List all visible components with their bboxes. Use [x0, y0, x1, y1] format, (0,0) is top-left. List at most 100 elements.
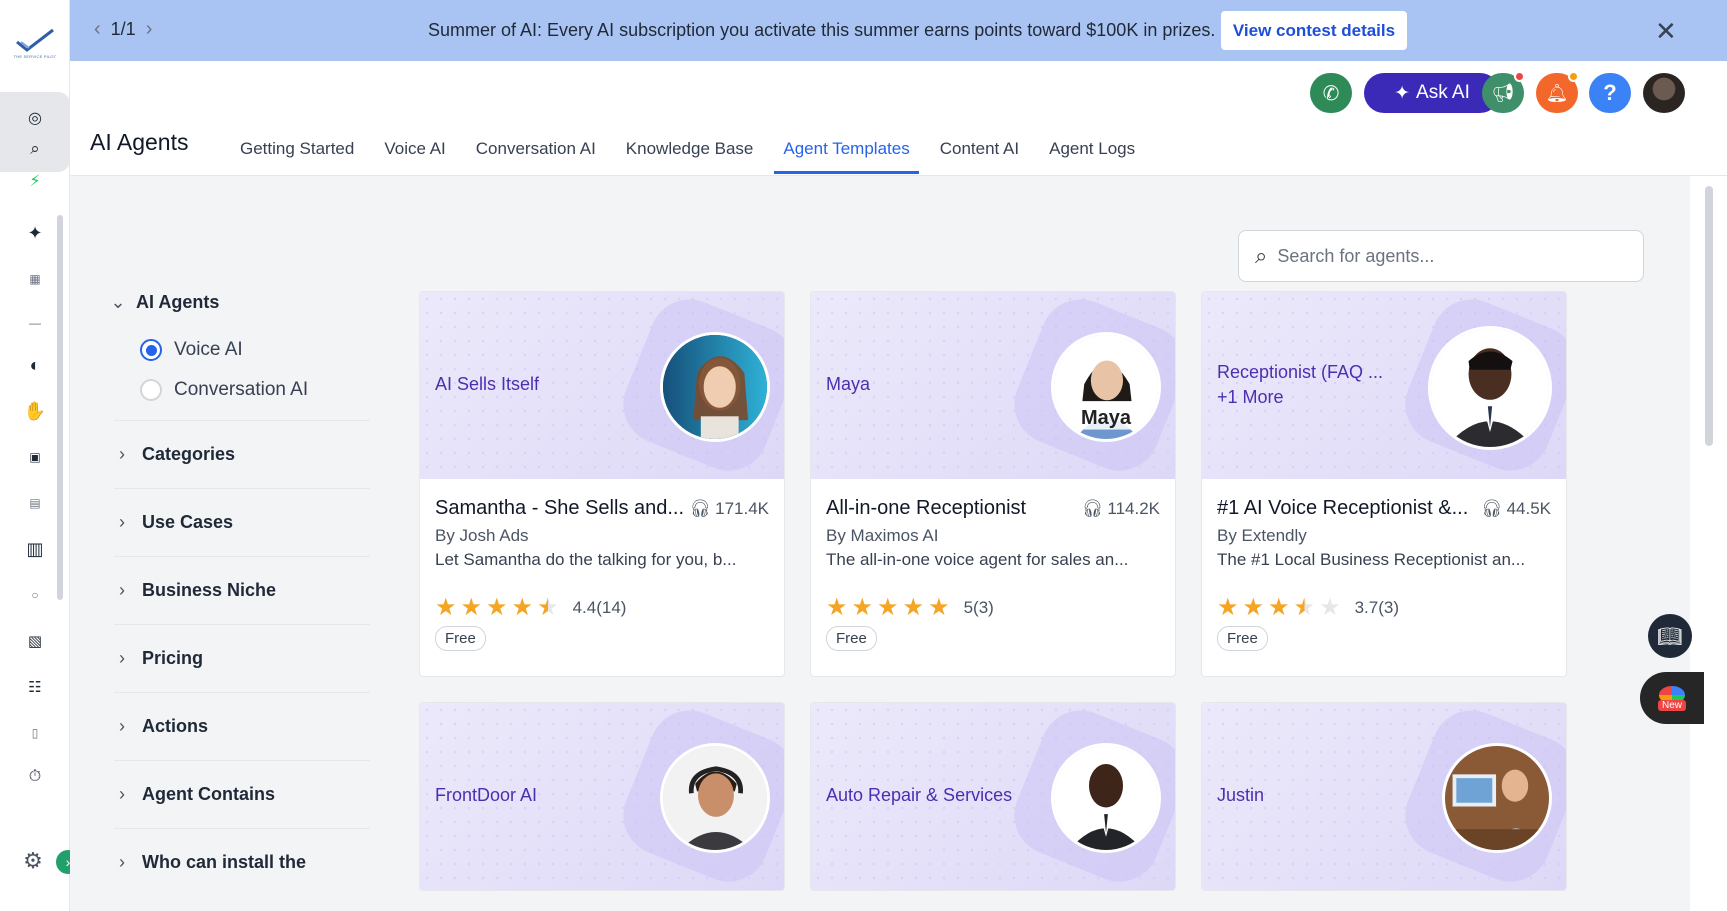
card-label-line: Receptionist (FAQ ...	[1217, 362, 1384, 382]
agent-card[interactable]: Justin	[1201, 702, 1567, 891]
tab-getting-started[interactable]: Getting Started	[225, 121, 369, 176]
play-count-value: 114.2K	[1107, 498, 1160, 518]
notifications-button[interactable]: 🔔︎	[1536, 71, 1579, 113]
card-title[interactable]: All-in-one Receptionist	[826, 497, 1026, 520]
chevron-right-icon: ›	[119, 648, 125, 668]
grid-icon[interactable]: ▦	[18, 266, 52, 292]
card-body: All-in-one Receptionist 🎧︎ 114.2K By Maxi…	[811, 479, 1175, 676]
headphones-icon: 🎧︎	[1480, 498, 1503, 518]
half-star-icon: ★	[537, 594, 559, 621]
sitemap-icon[interactable]: ☷	[18, 674, 52, 700]
main-scrollbar[interactable]	[1690, 176, 1727, 911]
chat-icon[interactable]: ○	[18, 582, 52, 608]
agent-search[interactable]: ⌕	[1238, 230, 1644, 282]
star-icon: ★	[902, 594, 925, 621]
star-icon: ★	[1242, 594, 1265, 621]
play-count: 🎧︎ 44.5K	[1481, 499, 1551, 519]
card-label: Receptionist (FAQ ... +1 More	[1217, 360, 1383, 410]
agent-avatar: Maya	[1051, 332, 1161, 442]
radio-selected[interactable]	[140, 339, 162, 361]
scrollbar-thumb[interactable]	[1705, 186, 1713, 446]
agent-card[interactable]: Maya Maya All-in-one Receptionist 🎧︎ 114.…	[810, 291, 1176, 677]
card-label-more[interactable]: +1 More	[1217, 385, 1383, 410]
promo-banner: ‹ 1/1 › Summer of AI: Every AI subscript…	[70, 0, 1727, 61]
user-icon[interactable]: ◎	[18, 105, 52, 131]
document-icon[interactable]: ▤	[18, 490, 52, 516]
agent-card[interactable]: AI Sells Itself Samantha - She Sells and…	[419, 291, 785, 677]
brain-icon[interactable]: ◐	[18, 352, 52, 378]
filter-pricing[interactable]: › Pricing	[114, 624, 370, 692]
filter-label: Actions	[142, 716, 209, 736]
whats-new-button[interactable]: New	[1640, 672, 1704, 724]
chevron-right-icon[interactable]: ›	[146, 18, 153, 41]
tab-agent-templates[interactable]: Agent Templates	[768, 121, 924, 176]
invoice-icon[interactable]: ▯	[18, 720, 52, 746]
view-contest-details-button[interactable]: View contest details	[1221, 11, 1407, 50]
card-banner: Maya Maya	[811, 292, 1175, 479]
search-input[interactable]	[1277, 245, 1598, 267]
ad-icon[interactable]: ▣	[18, 444, 52, 470]
search-icon[interactable]: ⌕	[18, 136, 52, 162]
star-rating: ★ ★ ★ ★ ★ 3.7(3)	[1217, 596, 1551, 620]
user-avatar[interactable]	[1643, 73, 1685, 113]
filter-agent-contains[interactable]: › Agent Contains	[114, 760, 370, 828]
ask-ai-button[interactable]: ✦ Ask AI	[1364, 73, 1500, 113]
radio-label: Conversation AI	[174, 379, 309, 400]
phone-button[interactable]: ✆	[1310, 73, 1352, 113]
tab-voice-ai[interactable]: Voice AI	[369, 121, 460, 176]
chevron-left-icon[interactable]: ‹	[94, 18, 101, 41]
chevron-right-icon: ›	[119, 852, 125, 872]
new-badge: New	[1657, 699, 1686, 711]
tab-conversation-ai[interactable]: Conversation AI	[461, 121, 611, 176]
tab-knowledge-base[interactable]: Knowledge Base	[611, 121, 769, 176]
sparkle-icon: ✦	[1394, 82, 1411, 104]
help-button[interactable]: ?	[1589, 73, 1631, 113]
radio-conversation-ai[interactable]: Conversation AI	[140, 370, 370, 410]
rail-scrollbar[interactable]	[57, 215, 63, 600]
card-title[interactable]: #1 AI Voice Receptionist &...	[1217, 497, 1468, 520]
lightning-icon[interactable]: ⚡	[18, 168, 52, 194]
card-body: #1 AI Voice Receptionist &... 🎧︎ 44.5K By…	[1202, 479, 1566, 676]
filter-group-ai-agents[interactable]: ⌄ AI Agents	[110, 286, 370, 318]
filter-use-cases[interactable]: › Use Cases	[114, 488, 370, 556]
stopwatch-icon[interactable]: ⏱	[18, 764, 52, 790]
card-author: By Maximos AI	[826, 526, 939, 545]
handshake-icon[interactable]: ✋	[18, 398, 52, 424]
announcements-button[interactable]: 📢︎	[1482, 71, 1525, 113]
filter-label: Use Cases	[142, 512, 234, 532]
filter-business-niche[interactable]: › Business Niche	[114, 556, 370, 624]
filter-panel: ⌄ AI Agents Voice AI Conversation AI › Ca…	[110, 286, 370, 896]
tab-agent-logs[interactable]: Agent Logs	[1034, 121, 1150, 176]
price-badge: Free	[826, 626, 877, 651]
filter-categories[interactable]: › Categories	[114, 420, 370, 488]
radio-label: Voice AI	[174, 339, 243, 360]
gear-icon[interactable]: ⚙	[16, 848, 50, 874]
card-description: Let Samantha do the talking for you, b..…	[435, 550, 737, 569]
tab-content-ai[interactable]: Content AI	[925, 121, 1034, 176]
agent-card[interactable]: FrontDoor AI	[419, 702, 785, 891]
chevron-right-icon: ›	[119, 512, 125, 532]
star-icon: ★	[877, 594, 899, 621]
close-icon[interactable]: ✕	[1655, 16, 1677, 47]
report-icon[interactable]: ▧	[18, 628, 52, 654]
card-label: Maya	[826, 374, 871, 394]
phone-icon: ✆	[1322, 82, 1340, 105]
radio-voice-ai[interactable]: Voice AI	[140, 330, 370, 370]
agent-avatar	[1442, 743, 1552, 853]
brand-logo[interactable]: THE SERVICE PILOT	[8, 28, 62, 68]
star-icon: ★	[460, 594, 483, 621]
card-title[interactable]: Samantha - She Sells and...	[435, 497, 684, 520]
agent-card[interactable]: Auto Repair & Services	[810, 702, 1176, 891]
calendar-icon[interactable]: ▥	[18, 536, 52, 562]
card-banner: Auto Repair & Services	[811, 703, 1175, 890]
guide-book-button[interactable]: 📖︎	[1648, 614, 1692, 658]
tab-bar: Getting Started Voice AI Conversation AI…	[225, 121, 1150, 176]
play-count: 🎧︎ 171.4K	[690, 499, 769, 519]
sparkles-icon[interactable]: ✦	[18, 220, 52, 246]
filter-actions[interactable]: › Actions	[114, 692, 370, 760]
card-author: By Josh Ads	[435, 526, 529, 545]
filter-who-can-install[interactable]: › Who can install the	[114, 828, 370, 896]
agent-card[interactable]: Receptionist (FAQ ... +1 More #1 AI Voic…	[1201, 291, 1567, 677]
radio-unselected[interactable]	[140, 379, 162, 401]
headphones-icon: 🎧︎	[1081, 498, 1104, 518]
